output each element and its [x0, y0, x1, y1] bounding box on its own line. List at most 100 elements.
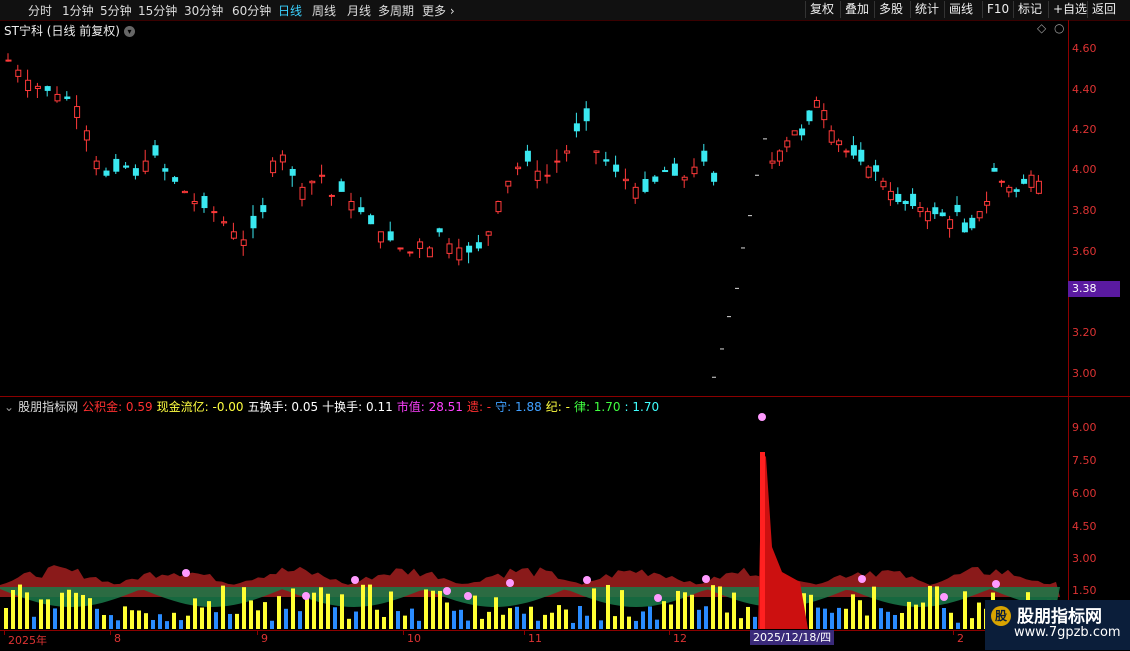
- period-tab-7[interactable]: 周线: [312, 2, 336, 19]
- toolbar-button-0[interactable]: 复权: [805, 1, 838, 18]
- candle: [534, 170, 541, 181]
- price-tick-2: 4.20: [1072, 123, 1097, 136]
- indicator-bar: [886, 611, 890, 629]
- period-tab-1[interactable]: 1分钟: [62, 2, 94, 19]
- candle: [998, 180, 1005, 183]
- period-tab-6[interactable]: 日线: [278, 2, 302, 19]
- indicator-bar: [543, 614, 547, 629]
- candle: [976, 211, 983, 219]
- indicator-bar: [522, 613, 526, 629]
- candle: [142, 160, 149, 172]
- date-label-3: 10: [407, 632, 421, 645]
- indicator-bar: [550, 612, 554, 629]
- indicator-bar: [970, 618, 974, 629]
- indicator-bar: [151, 619, 155, 629]
- period-tab-4[interactable]: 30分钟: [184, 2, 223, 19]
- toolbar-button-2[interactable]: 多股: [874, 1, 907, 18]
- indicator-chart[interactable]: [0, 397, 1068, 630]
- indicator-tick-3: 4.50: [1072, 520, 1097, 533]
- indicator-bar: [816, 607, 820, 629]
- candle: [475, 242, 482, 249]
- candle: [270, 160, 277, 174]
- indicator-bar: [403, 615, 407, 629]
- signal-dot: [302, 592, 310, 600]
- candle: [466, 245, 473, 253]
- candle: [850, 145, 857, 156]
- candle: [564, 150, 571, 154]
- candle: [15, 69, 22, 77]
- candle: [211, 211, 218, 214]
- indicator-bar: [123, 606, 127, 629]
- period-tab-8[interactable]: 月线: [347, 2, 371, 19]
- candle: [573, 123, 580, 132]
- indicator-bar: [697, 609, 701, 629]
- period-tab-10[interactable]: 更多 ›: [422, 2, 455, 19]
- candle: [924, 211, 931, 222]
- candle: [524, 150, 531, 162]
- candle: [348, 201, 355, 211]
- period-tab-3[interactable]: 15分钟: [138, 2, 177, 19]
- candle: [240, 239, 247, 246]
- indicator-bar: [732, 592, 736, 629]
- date-label-2: 9: [261, 632, 268, 645]
- indicator-bar: [431, 590, 435, 629]
- indicator-bar: [60, 592, 64, 629]
- indicator-bar: [158, 614, 162, 629]
- indicator-bar: [613, 616, 617, 629]
- signal-dot: [654, 594, 662, 602]
- indicator-bar: [186, 615, 190, 629]
- toolbar-button-4[interactable]: 画线: [944, 1, 977, 18]
- indicator-bar: [823, 608, 827, 629]
- period-tab-0[interactable]: 分时: [28, 2, 52, 19]
- toolbar-button-7[interactable]: +自选: [1048, 1, 1091, 18]
- indicator-bar: [193, 598, 197, 629]
- indicator-bar: [942, 608, 946, 629]
- indicator-bar: [599, 620, 603, 629]
- price-tick-7: 3.00: [1072, 367, 1097, 380]
- toolbar-button-8[interactable]: 返回: [1087, 1, 1120, 18]
- candle: [113, 158, 120, 172]
- indicator-bar: [417, 620, 421, 629]
- toolbar-button-1[interactable]: 叠加: [840, 1, 873, 18]
- candle: [34, 85, 41, 90]
- candle: [83, 130, 90, 141]
- period-tab-2[interactable]: 5分钟: [100, 2, 132, 19]
- period-tab-5[interactable]: 60分钟: [232, 2, 271, 19]
- watermark-title: 股朋指标网: [1017, 607, 1102, 627]
- candle: [132, 168, 139, 176]
- indicator-bar: [578, 605, 582, 629]
- indicator-bar: [144, 613, 148, 629]
- date-label-6: 2: [957, 632, 964, 645]
- cursor-date-tag: 2025/12/18/四: [750, 630, 835, 645]
- current-price-tag: 3.38: [1068, 281, 1120, 297]
- logo-icon: 股: [991, 606, 1011, 626]
- toolbar-button-3[interactable]: 统计: [910, 1, 943, 18]
- indicator-bar: [319, 587, 323, 629]
- candle: [939, 212, 946, 217]
- indicator-bar: [263, 602, 267, 629]
- candle: [485, 231, 492, 236]
- candle: [681, 176, 688, 181]
- candle: [74, 106, 81, 118]
- toolbar-button-6[interactable]: 标记: [1013, 1, 1046, 18]
- candle: [191, 201, 198, 205]
- indicator-bar: [368, 584, 372, 629]
- candle: [583, 108, 590, 122]
- candle: [799, 128, 806, 136]
- candle: [622, 178, 629, 182]
- indicator-bar: [865, 615, 869, 629]
- candle: [1021, 178, 1028, 184]
- signal-dot: [992, 580, 1000, 588]
- candlestick-chart[interactable]: [0, 20, 1068, 396]
- date-label-4: 11: [528, 632, 542, 645]
- signal-dot: [940, 593, 948, 601]
- period-tab-9[interactable]: 多周期: [378, 2, 414, 19]
- indicator-bar: [928, 585, 932, 629]
- signal-dot: [506, 579, 514, 587]
- indicator-bar: [242, 587, 246, 629]
- toolbar-button-5[interactable]: F10: [982, 1, 1013, 18]
- indicator-bar: [655, 619, 659, 629]
- candle: [652, 176, 659, 182]
- candle: [387, 231, 394, 241]
- indicator-bar: [879, 608, 883, 629]
